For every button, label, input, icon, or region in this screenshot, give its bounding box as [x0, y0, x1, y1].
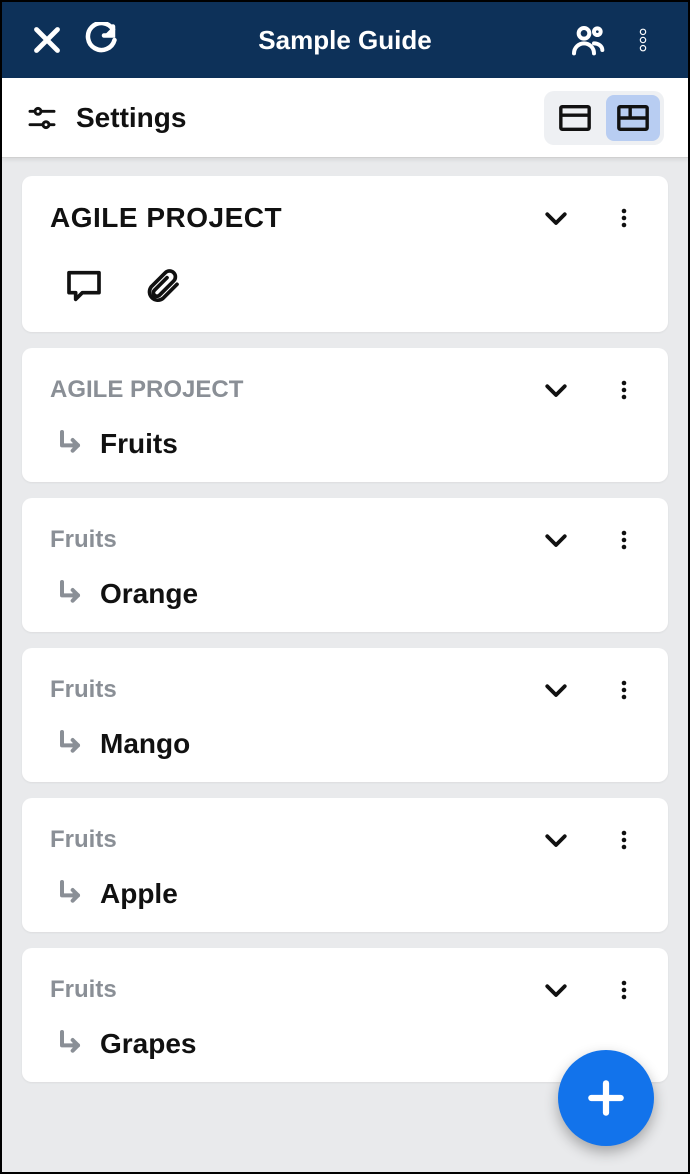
more-vertical-icon: [612, 204, 636, 232]
more-vertical-icon: [612, 526, 636, 554]
expand-button[interactable]: [536, 970, 576, 1010]
view-list-button[interactable]: [548, 95, 602, 141]
card-header: AGILE PROJECT: [50, 370, 644, 410]
close-button[interactable]: [20, 13, 74, 67]
card-menu-button[interactable]: [604, 970, 644, 1010]
settings-button[interactable]: Settings: [26, 102, 186, 134]
subdirectory-icon: [54, 728, 86, 760]
close-icon: [29, 22, 65, 58]
chevron-down-icon: [541, 375, 571, 405]
plus-icon: [584, 1076, 628, 1120]
card-title: AGILE PROJECT: [50, 202, 536, 234]
card-menu-button[interactable]: [604, 198, 644, 238]
chevron-down-icon: [541, 203, 571, 233]
refresh-button[interactable]: [74, 13, 128, 67]
item-card[interactable]: Fruits Orange: [22, 498, 668, 632]
card-parent-label: Fruits: [50, 826, 536, 854]
subdirectory-icon: [54, 428, 86, 460]
card-list: AGILE PROJECT AGILE PROJECT: [2, 158, 688, 1172]
card-menu-button[interactable]: [604, 670, 644, 710]
more-vertical-icon: [629, 26, 657, 54]
chevron-down-icon: [541, 825, 571, 855]
more-vertical-icon: [612, 376, 636, 404]
child-label: Apple: [100, 878, 178, 910]
expand-button[interactable]: [536, 370, 576, 410]
sliders-icon: [26, 102, 58, 134]
item-card[interactable]: AGILE PROJECT Fruits: [22, 348, 668, 482]
paperclip-icon: [142, 266, 182, 306]
card-parent-label: AGILE PROJECT: [50, 376, 536, 404]
subdirectory-icon: [54, 878, 86, 910]
view-toggle: [544, 91, 664, 145]
child-row: Apple: [50, 878, 644, 910]
item-card[interactable]: Fruits Apple: [22, 798, 668, 932]
expand-button[interactable]: [536, 520, 576, 560]
card-header: Fruits: [50, 520, 644, 560]
item-card[interactable]: Fruits Grapes: [22, 948, 668, 1082]
card-menu-button[interactable]: [604, 370, 644, 410]
subdirectory-icon: [54, 578, 86, 610]
card-menu-button[interactable]: [604, 520, 644, 560]
card-parent-label: Fruits: [50, 526, 536, 554]
page-title: Sample Guide: [128, 25, 562, 56]
child-row: Mango: [50, 728, 644, 760]
overflow-button[interactable]: [616, 13, 670, 67]
more-vertical-icon: [612, 676, 636, 704]
child-label: Fruits: [100, 428, 178, 460]
child-label: Mango: [100, 728, 190, 760]
child-row: Orange: [50, 578, 644, 610]
card-header: AGILE PROJECT: [50, 198, 644, 238]
settings-label: Settings: [76, 102, 186, 134]
card-header: Fruits: [50, 970, 644, 1010]
top-bar: Sample Guide: [2, 2, 688, 78]
chevron-down-icon: [541, 525, 571, 555]
project-card[interactable]: AGILE PROJECT: [22, 176, 668, 332]
comment-icon: [64, 266, 104, 306]
child-row: Fruits: [50, 428, 644, 460]
expand-button[interactable]: [536, 820, 576, 860]
expand-button[interactable]: [536, 198, 576, 238]
settings-bar: Settings: [2, 78, 688, 158]
card-menu-button[interactable]: [604, 820, 644, 860]
add-fab[interactable]: [558, 1050, 654, 1146]
expand-button[interactable]: [536, 670, 576, 710]
chevron-down-icon: [541, 675, 571, 705]
refresh-icon: [83, 22, 119, 58]
child-row: Grapes: [50, 1028, 644, 1060]
share-button[interactable]: [562, 13, 616, 67]
chevron-down-icon: [541, 975, 571, 1005]
view-list-icon: [558, 103, 592, 133]
view-tree-button[interactable]: [606, 95, 660, 141]
card-header: Fruits: [50, 820, 644, 860]
card-actions: [50, 262, 644, 310]
item-card[interactable]: Fruits Mango: [22, 648, 668, 782]
subdirectory-icon: [54, 1028, 86, 1060]
comment-button[interactable]: [60, 262, 108, 310]
card-header: Fruits: [50, 670, 644, 710]
more-vertical-icon: [612, 826, 636, 854]
more-vertical-icon: [612, 976, 636, 1004]
attachment-button[interactable]: [138, 262, 186, 310]
view-tree-icon: [616, 103, 650, 133]
people-icon: [569, 20, 609, 60]
card-parent-label: Fruits: [50, 976, 536, 1004]
child-label: Orange: [100, 578, 198, 610]
child-label: Grapes: [100, 1028, 197, 1060]
card-parent-label: Fruits: [50, 676, 536, 704]
